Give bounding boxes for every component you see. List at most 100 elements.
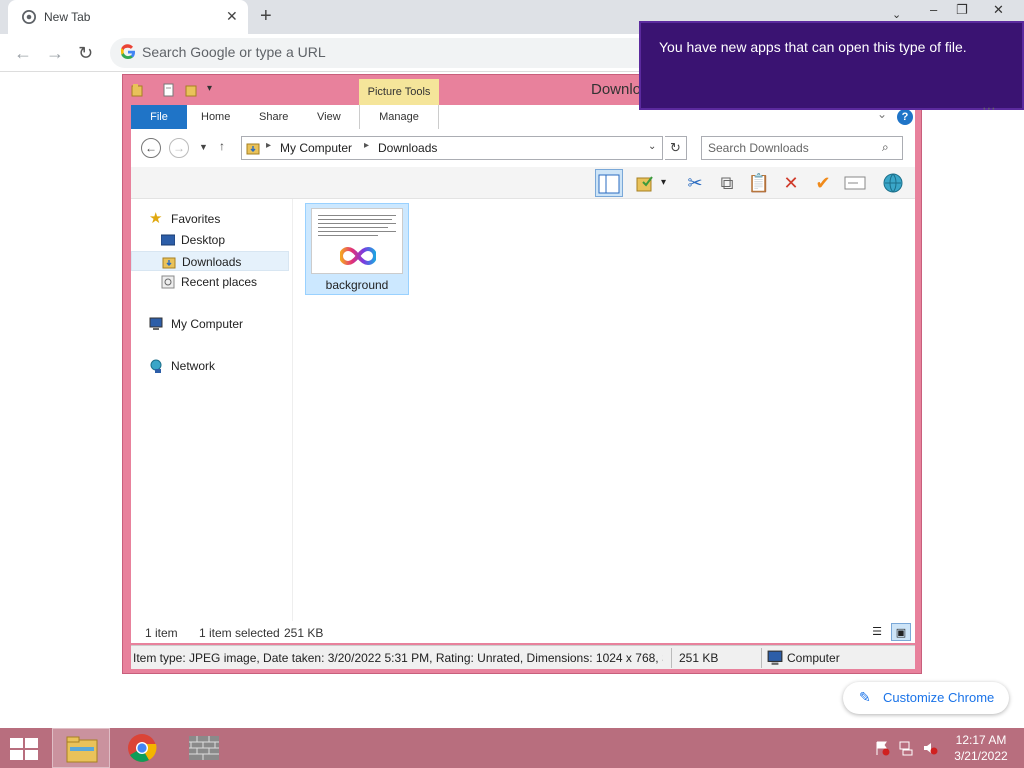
close-tab-icon[interactable]: ✕ — [226, 8, 238, 25]
item-details-text: Item type: JPEG image, Date taken: 3/20/… — [133, 651, 663, 665]
paste-icon[interactable]: 📋 — [745, 169, 773, 197]
file-list: background — [293, 199, 915, 631]
nav-favorites[interactable]: ★ Favorites — [131, 209, 289, 229]
copy-icon[interactable]: ⧉ — [713, 169, 741, 197]
globe-icon[interactable] — [879, 169, 907, 197]
google-g-icon — [120, 44, 135, 60]
breadcrumb-separator-icon: ▸ — [364, 140, 370, 151]
item-count: 1 item — [145, 626, 178, 640]
more-options-icon[interactable]: ⋯ — [982, 100, 996, 117]
nav-my-computer[interactable]: My Computer — [131, 314, 289, 334]
taskbar: 12:17 AM 3/21/2022 — [0, 728, 1024, 768]
new-tab-plus-icon[interactable]: + — [260, 5, 272, 28]
selected-count: 1 item selected — [199, 626, 280, 640]
minimize-icon[interactable]: – — [930, 2, 937, 17]
windows-start-icon[interactable] — [10, 738, 38, 760]
search-box[interactable]: ⌕ — [701, 136, 903, 160]
restore-icon[interactable]: ❐ — [956, 2, 968, 18]
omnibox[interactable] — [110, 38, 670, 68]
details-size: 251 KB — [679, 651, 719, 665]
chrome-icon — [128, 734, 157, 762]
checkmark-icon[interactable]: ✔ — [809, 169, 837, 197]
brick-wall-icon — [189, 736, 219, 760]
star-icon: ★ — [149, 210, 163, 227]
toast-message: You have new apps that can open this typ… — [659, 39, 967, 55]
downloads-folder-icon — [246, 143, 260, 155]
close-window-icon[interactable]: ✕ — [993, 2, 1004, 18]
folder-options-dropdown-icon[interactable]: ▾ — [661, 177, 666, 188]
details-location: Computer — [787, 651, 840, 665]
chrome-tab-new-tab[interactable]: New Tab ✕ — [8, 0, 248, 34]
reload-icon[interactable]: ↻ — [78, 43, 93, 64]
tab-file[interactable]: File — [131, 105, 187, 129]
back-button[interactable]: ← — [141, 138, 161, 158]
taskbar-file-explorer[interactable] — [52, 728, 110, 768]
folder-options-icon[interactable] — [631, 169, 659, 197]
help-icon[interactable]: ? — [897, 109, 913, 125]
selected-size: 251 KB — [284, 626, 324, 640]
preview-pane-button[interactable] — [595, 169, 623, 197]
address-bar[interactable]: ▸ My Computer ▸ Downloads ⌄ — [241, 136, 663, 160]
tab-home[interactable]: Home — [189, 105, 242, 129]
search-downloads-input[interactable] — [708, 141, 878, 155]
app-notification-toast[interactable]: You have new apps that can open this typ… — [639, 21, 1024, 110]
tab-share[interactable]: Share — [247, 105, 300, 129]
rename-icon[interactable] — [841, 169, 869, 197]
pencil-icon: ✎ — [859, 689, 871, 705]
large-icons-view-icon[interactable]: ▣ — [891, 623, 911, 641]
nav-downloads[interactable]: Downloads — [131, 251, 289, 271]
computer-icon — [149, 317, 163, 330]
forward-button[interactable]: → — [169, 138, 189, 158]
breadcrumb-separator-icon: ▸ — [266, 140, 272, 151]
forward-arrow-icon[interactable]: → — [46, 43, 64, 64]
tab-search-chevron-icon[interactable]: ⌄ — [892, 8, 901, 21]
details-view-icon[interactable]: ☰ — [867, 623, 887, 641]
window-title: Downlo — [591, 81, 642, 98]
file-name: background — [325, 278, 389, 292]
file-explorer-icon — [66, 736, 98, 763]
recent-locations-chevron-icon[interactable]: ▼ — [199, 142, 208, 152]
nav-network[interactable]: Network — [131, 356, 289, 376]
nav-recent-places[interactable]: Recent places — [131, 272, 289, 292]
breadcrumb-my-computer[interactable]: My Computer — [280, 141, 352, 155]
nav-computer-label: My Computer — [171, 317, 244, 331]
new-folder-icon[interactable] — [185, 83, 197, 97]
file-item-background[interactable]: background — [305, 203, 409, 295]
nav-desktop-label: Desktop — [181, 233, 226, 247]
up-arrow-icon[interactable]: ↑ — [219, 139, 225, 153]
volume-muted-icon[interactable] — [922, 740, 938, 756]
taskbar-app-wall[interactable] — [176, 728, 234, 768]
network-icon — [150, 359, 162, 373]
status-bar: 1 item 1 item selected 251 KB ☰ ▣ — [131, 621, 915, 643]
address-row: ← → ▼ ↑ ▸ My Computer ▸ Downloads ⌄ ↻ ⌕ — [131, 129, 915, 167]
address-dropdown-icon[interactable]: ⌄ — [648, 141, 656, 152]
details-divider — [671, 648, 672, 668]
computer-icon — [767, 650, 783, 665]
back-arrow-icon[interactable]: ← — [14, 43, 32, 64]
file-thumbnail — [311, 208, 403, 274]
desktop-icon — [161, 234, 175, 246]
cut-icon[interactable]: ✂ — [681, 169, 709, 197]
nav-network-label: Network — [171, 359, 216, 373]
system-clock[interactable]: 12:17 AM 3/21/2022 — [948, 732, 1014, 764]
omnibox-input[interactable] — [142, 44, 642, 60]
customize-chrome-button[interactable]: ✎ Customize Chrome — [843, 682, 1009, 714]
file-explorer-window: ▾ Picture Tools Downlo File Home Share V… — [122, 74, 922, 674]
delete-icon[interactable]: ✕ — [777, 169, 805, 197]
breadcrumb-downloads[interactable]: Downloads — [378, 141, 437, 155]
tab-manage[interactable]: Manage — [359, 105, 439, 129]
folder-properties-icon[interactable] — [131, 83, 143, 97]
properties-icon[interactable] — [163, 83, 175, 97]
network-tray-icon[interactable] — [898, 740, 914, 756]
taskbar-chrome[interactable] — [114, 728, 172, 768]
tab-title: New Tab — [44, 10, 91, 24]
nav-desktop[interactable]: Desktop — [131, 230, 289, 250]
qat-dropdown-icon[interactable]: ▾ — [207, 83, 212, 94]
tab-view[interactable]: View — [305, 105, 353, 129]
refresh-button[interactable]: ↻ — [665, 136, 687, 160]
nav-recent-label: Recent places — [181, 275, 258, 289]
action-center-flag-icon[interactable] — [874, 740, 890, 756]
infinity-logo-icon — [340, 246, 376, 266]
nav-favorites-label: Favorites — [171, 212, 221, 226]
search-icon: ⌕ — [882, 140, 889, 154]
